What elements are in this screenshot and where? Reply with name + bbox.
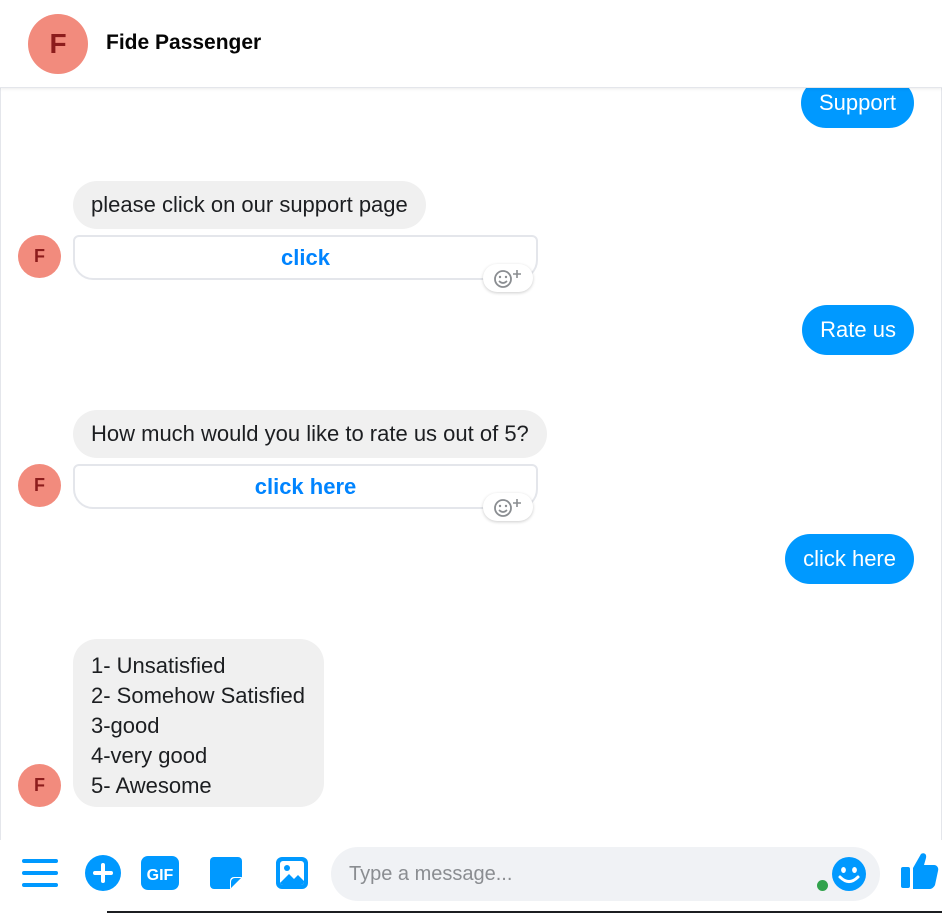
rate-click-here-button[interactable]: click here (73, 464, 538, 509)
support-click-button[interactable]: click (73, 235, 538, 280)
message-input-placeholder: Type a message... (349, 862, 513, 885)
status-dot (817, 880, 828, 891)
menu-button[interactable] (19, 852, 61, 894)
svg-text:GIF: GIF (147, 867, 174, 884)
rating-option: 3-good (91, 713, 160, 738)
message-text: click here (803, 546, 896, 571)
incoming-message-rate: How much would you like to rate us out o… (73, 410, 547, 458)
react-button[interactable] (483, 493, 533, 521)
react-button[interactable] (483, 264, 533, 292)
gif-icon: GIF (141, 856, 179, 890)
message-text: please click on our support page (91, 192, 408, 217)
message-input[interactable]: Type a message... (331, 847, 880, 901)
incoming-message-rating-options: 1- Unsatisfied 2- Somehow Satisfied 3-go… (73, 639, 324, 807)
emoji-icon (832, 857, 866, 891)
sender-avatar: F (18, 464, 61, 507)
plus-icon (85, 855, 121, 891)
rating-option: 1- Unsatisfied (91, 653, 226, 678)
sender-avatar: F (18, 235, 61, 278)
add-reaction-icon (494, 499, 521, 517)
message-text: Support (818, 90, 896, 115)
sticker-button[interactable] (205, 852, 247, 894)
button-label: click (281, 244, 330, 270)
like-button[interactable] (899, 850, 941, 892)
outgoing-message-rate-us: Rate us (802, 305, 914, 355)
add-reaction-icon (494, 270, 521, 288)
message-text: How much would you like to rate us out o… (91, 421, 529, 446)
incoming-message-support: please click on our support page (73, 181, 426, 229)
page-avatar[interactable]: F (28, 14, 88, 74)
chat-header: F Fide Passenger (0, 0, 942, 88)
image-icon (276, 857, 308, 889)
emoji-button[interactable] (828, 853, 870, 895)
rating-option: 4-very good (91, 743, 208, 768)
sticker-icon (210, 857, 242, 889)
rating-option: 2- Somehow Satisfied (91, 683, 305, 708)
rating-option: 5- Awesome (91, 773, 212, 798)
gif-button[interactable]: GIF (139, 852, 181, 894)
page-title[interactable]: Fide Passenger (106, 31, 261, 55)
sender-avatar: F (18, 764, 61, 807)
message-text: Rate us (820, 317, 896, 342)
thumbs-up-icon (901, 853, 939, 889)
photo-button[interactable] (271, 852, 313, 894)
menu-icon (22, 859, 58, 887)
outgoing-message-click-here: click here (785, 534, 914, 584)
more-actions-button[interactable] (82, 852, 124, 894)
button-label: click here (254, 473, 357, 499)
